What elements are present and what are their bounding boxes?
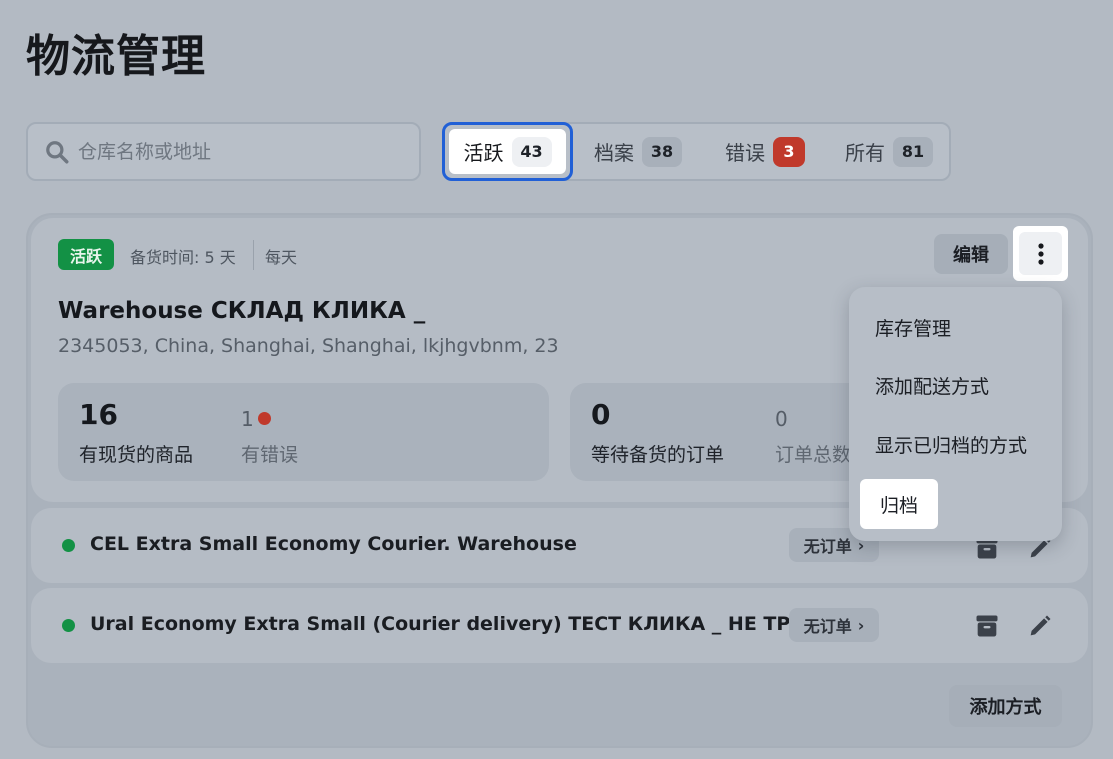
tab-all[interactable]: 所有 81 [845, 124, 933, 179]
stat-value: 0 [775, 407, 788, 431]
tab-label: 错误 [725, 141, 765, 165]
method-name: Ural Economy Extra Small (Courier delive… [90, 613, 855, 635]
stat-label: 等待备货的订单 [591, 444, 725, 466]
tab-count: 3 [773, 136, 805, 167]
archive-icon[interactable] [973, 612, 1001, 640]
search-icon [46, 140, 69, 163]
status-dot-icon [62, 619, 75, 632]
page-title: 物流管理 [26, 31, 206, 82]
method-row[interactable]: Ural Economy Extra Small (Courier delive… [31, 588, 1088, 663]
tab-errors[interactable]: 错误 3 [725, 124, 805, 179]
edit-button[interactable]: 编辑 [934, 234, 1008, 274]
menu-item-inventory[interactable]: 库存管理 [875, 314, 951, 341]
more-button[interactable] [1019, 232, 1062, 275]
pencil-icon[interactable] [1026, 612, 1054, 640]
search-input[interactable] [78, 140, 398, 163]
menu-item-show-archived[interactable]: 显示已归档的方式 [875, 431, 1027, 458]
search-box[interactable] [26, 122, 421, 181]
warehouse-address: 2345053, China, Shanghai, Shanghai, lkjh… [58, 335, 559, 357]
status-dot-icon [62, 539, 75, 552]
menu-item-archive[interactable]: 归档 [860, 479, 938, 529]
chevron-right-icon: › [857, 615, 865, 635]
stat-label: 订单总数 [775, 444, 852, 466]
tab-active[interactable]: 活跃 43 [442, 122, 573, 181]
tab-label: 所有 [845, 141, 885, 165]
tab-count: 43 [511, 136, 552, 167]
tab-label: 档案 [594, 141, 634, 165]
method-name: CEL Extra Small Economy Courier. Warehou… [90, 533, 577, 555]
status-badge: 活跃 [58, 239, 114, 270]
menu-item-add-delivery-method[interactable]: 添加配送方式 [875, 372, 989, 399]
stat-label: 有现货的商品 [79, 444, 194, 466]
more-menu-button-frame [1013, 226, 1068, 281]
frequency: 每天 [265, 248, 298, 267]
stat-value: 1 [241, 407, 254, 431]
orders-link[interactable]: 无订单 › [789, 608, 879, 642]
tab-archive[interactable]: 档案 38 [594, 124, 682, 179]
stat-box-products: 16 有现货的商品 1 有错误 [58, 383, 549, 481]
orders-label: 无订单 [803, 617, 852, 636]
tab-count: 81 [893, 136, 933, 167]
stat-box-orders: 0 等待备货的订单 0 订单总数 [570, 383, 870, 481]
tab-label: 活跃 [463, 141, 504, 165]
more-vertical-icon [1037, 242, 1044, 265]
stat-value: 0 [591, 398, 611, 431]
add-method-button[interactable]: 添加方式 [949, 685, 1062, 727]
divider [253, 240, 254, 270]
stat-label: 有错误 [241, 444, 299, 466]
error-dot-icon [257, 412, 271, 425]
status-tabs: 活跃 43 档案 38 错误 3 所有 81 [442, 122, 951, 181]
stat-value: 16 [79, 398, 118, 431]
warehouse-name: Warehouse СКЛАД КЛИКА _ [58, 298, 426, 324]
orders-label: 无订单 [803, 537, 852, 556]
error-stat[interactable]: 1 [241, 407, 271, 431]
context-menu: 库存管理 添加配送方式 显示已归档的方式 归档 [849, 287, 1062, 541]
tab-count: 38 [642, 136, 682, 167]
prep-time: 备货时间: 5 天 [130, 248, 236, 267]
